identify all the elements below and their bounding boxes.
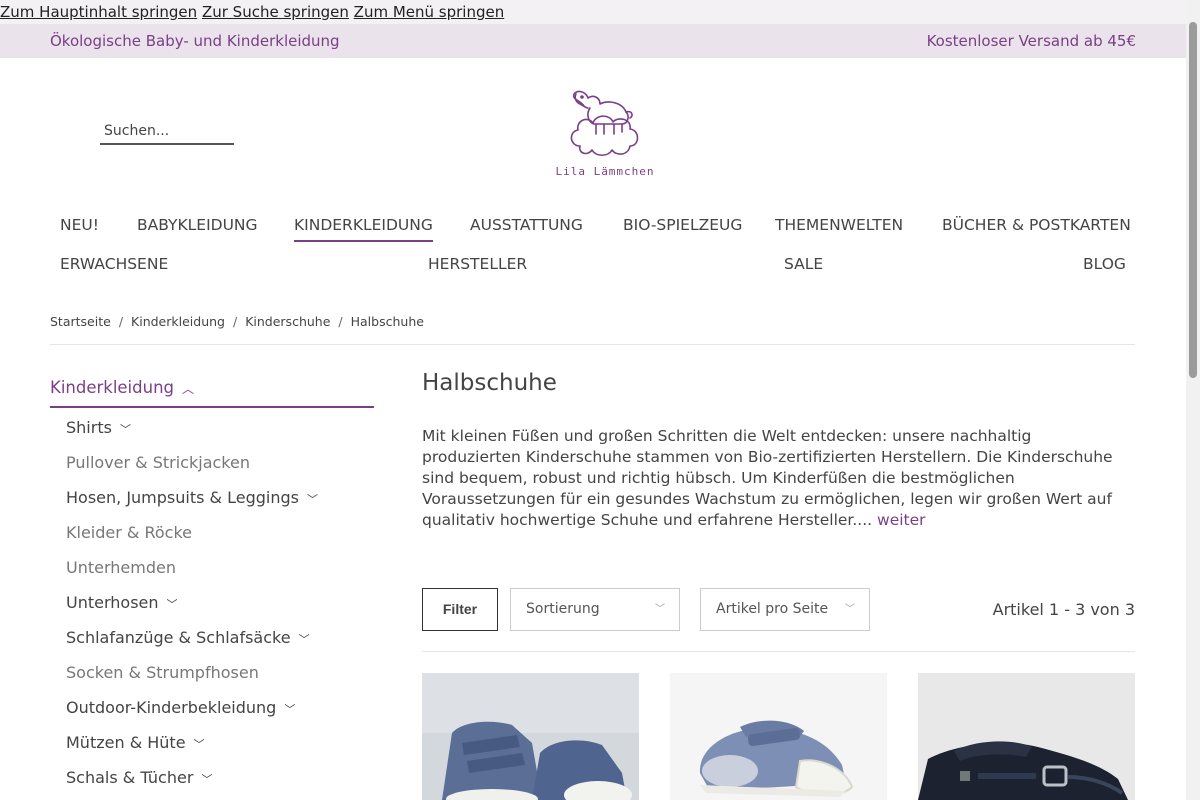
sidebar-item-label: Kleider & Röcke [66,523,192,542]
sidebar-item-label: Hosen, Jumpsuits & Leggings [66,488,299,507]
chevron-down-icon: ﹀ [655,604,665,615]
breadcrumb-startseite[interactable]: Startseite [50,314,111,329]
sidebar-heading[interactable]: Kinderkleidung ︿ [50,378,374,408]
sort-select[interactable]: Sortierung ﹀ [510,588,680,631]
nav-item-blog[interactable]: BLOG [1083,255,1126,273]
chevron-down-icon[interactable]: ﹀ [307,491,318,507]
skip-links: Zum Hauptinhalt springen Zur Suche sprin… [0,0,1186,24]
sidebar-item-label: Pullover & Strickjacken [66,453,250,472]
sidebar-item-kleider[interactable]: Kleider & Röcke [66,523,192,542]
sidebar-item-label: Mützen & Hüte [66,733,186,752]
breadcrumb-separator: / [118,314,124,329]
sidebar-item-muetzen[interactable]: Mützen & Hüte ﹀ [66,733,205,752]
sidebar-item-schlafanzuege[interactable]: Schlafanzüge & Schlafsäcke ﹀ [66,628,310,647]
sidebar-item-pullover[interactable]: Pullover & Strickjacken [66,453,250,472]
product-grid [422,673,1135,800]
navy-t-bar-shoe-image[interactable] [918,673,1135,800]
product-card-image[interactable] [422,673,639,800]
chevron-down-icon[interactable]: ﹀ [120,421,131,437]
nav-item-erwachsene[interactable]: ERWACHSENE [60,255,168,273]
read-more-link[interactable]: weiter [877,511,926,529]
chevron-down-icon[interactable]: ﹀ [299,631,310,647]
lamb-cloud-logo-icon [570,90,639,157]
chevron-down-icon[interactable]: ﹀ [167,596,178,612]
description-text: Mit kleinen Füßen und großen Schritten d… [422,427,1113,529]
per-page-select[interactable]: Artikel pro Seite ﹀ [700,588,870,631]
breadcrumb-separator: / [338,314,343,329]
category-description: Mit kleinen Füßen und großen Schritten d… [422,426,1122,531]
search-input[interactable] [100,123,230,139]
nav-item-buecher-postkarten[interactable]: BÜCHER & POSTKARTEN [942,216,1131,234]
nav-item-hersteller[interactable]: HERSTELLER [428,255,527,273]
page-title: Halbschuhe [422,370,557,396]
per-page-select-label: Artikel pro Seite [716,601,829,617]
category-sidebar: Kinderkleidung ︿ Shirts ﹀ Pullover & Stric… [50,378,374,787]
breadcrumb-separator: / [232,314,238,329]
tagline: Ökologische Baby- und Kinderkleidung [50,32,340,50]
sidebar-item-label: Shirts [66,418,112,437]
sidebar-item-hosen[interactable]: Hosen, Jumpsuits & Leggings ﹀ [66,488,318,507]
sidebar-heading-label: Kinderkleidung [50,378,175,397]
blue-mary-jane-shoe-image[interactable] [670,673,887,800]
skip-to-menu-link[interactable]: Zum Menü springen [354,3,505,21]
sidebar-item-label: Unterhemden [66,558,176,577]
sidebar-item-unterhosen[interactable]: Unterhosen ﹀ [66,593,178,612]
sidebar-item-socken[interactable]: Socken & Strumpfhosen [66,663,259,682]
nav-item-ausstattung[interactable]: AUSSTATTUNG [470,216,583,234]
skip-to-search-link[interactable]: Zur Suche springen [202,3,349,21]
nav-item-babykleidung[interactable]: BABYKLEIDUNG [137,216,258,234]
sidebar-item-outdoor[interactable]: Outdoor-Kinderbekleidung ﹀ [66,698,295,717]
site-logo[interactable]: Lila Lämmchen [552,86,658,181]
breadcrumb-kinderkleidung[interactable]: Kinderkleidung [131,314,225,329]
nav-item-kinderkleidung[interactable]: KINDERKLEIDUNG [294,216,433,242]
chevron-down-icon[interactable]: ﹀ [194,736,205,752]
chevron-down-icon[interactable]: ﹀ [284,701,295,717]
sidebar-item-label: Schals & Tücher [66,768,194,787]
breadcrumb-current: Halbschuhe [350,314,424,329]
nav-item-neu[interactable]: NEU! [60,216,99,234]
chevron-down-icon: ﹀ [845,604,855,615]
sort-select-label: Sortierung [526,601,600,617]
nav-row-2: ERWACHSENE HERSTELLER SALE BLOG [60,255,1126,283]
nav-item-bio-spielzeug[interactable]: BIO-SPIELZEUG [623,216,742,234]
skip-to-main-link[interactable]: Zum Hauptinhalt springen [0,3,197,21]
nav-row-1: NEU! BABYKLEIDUNG KINDERKLEIDUNG AUSSTAT… [60,216,1131,244]
breadcrumb: Startseite / Kinderkleidung / Kinderschuhe / H… [50,314,1135,345]
breadcrumb-kinderschuhe[interactable]: Kinderschuhe [245,314,330,329]
blue-velcro-sneaker-image[interactable] [422,673,639,800]
filter-button[interactable]: Filter [422,588,498,631]
promo-bar: Ökologische Baby- und Kinderkleidung Kos… [0,24,1186,58]
nav-item-sale[interactable]: SALE [784,255,823,273]
sidebar-item-unterhemden[interactable]: Unterhemden [66,558,176,577]
sidebar-item-label: Outdoor-Kinderbekleidung [66,698,277,717]
chevron-down-icon[interactable]: ﹀ [201,771,212,787]
listing-toolbar: Filter Sortierung ﹀ Artikel pro Seite ﹀ … [422,588,1135,652]
sidebar-item-label: Schlafanzüge & Schlafsäcke [66,628,291,647]
sidebar-item-label: Unterhosen [66,593,159,612]
page-scrollbar[interactable] [1186,0,1200,800]
sidebar-item-schals[interactable]: Schals & Tücher ﹀ [66,768,212,787]
shipping-note: Kostenloser Versand ab 45€ [926,32,1136,50]
logo-text: Lila Lämmchen [555,165,655,178]
result-count: Artikel 1 - 3 von 3 [992,600,1135,619]
main-content: Halbschuhe Mit kleinen Füßen und großen … [422,370,1135,531]
sidebar-item-label: Socken & Strumpfhosen [66,663,259,682]
search-box[interactable] [100,120,234,145]
product-card-image[interactable] [918,673,1135,800]
scrollbar-thumb[interactable] [1189,22,1197,378]
product-card-image[interactable] [670,673,887,800]
sidebar-item-shirts[interactable]: Shirts ﹀ [66,418,131,437]
chevron-up-icon[interactable]: ︿ [182,380,194,397]
nav-item-themenwelten[interactable]: THEMENWELTEN [775,216,903,234]
